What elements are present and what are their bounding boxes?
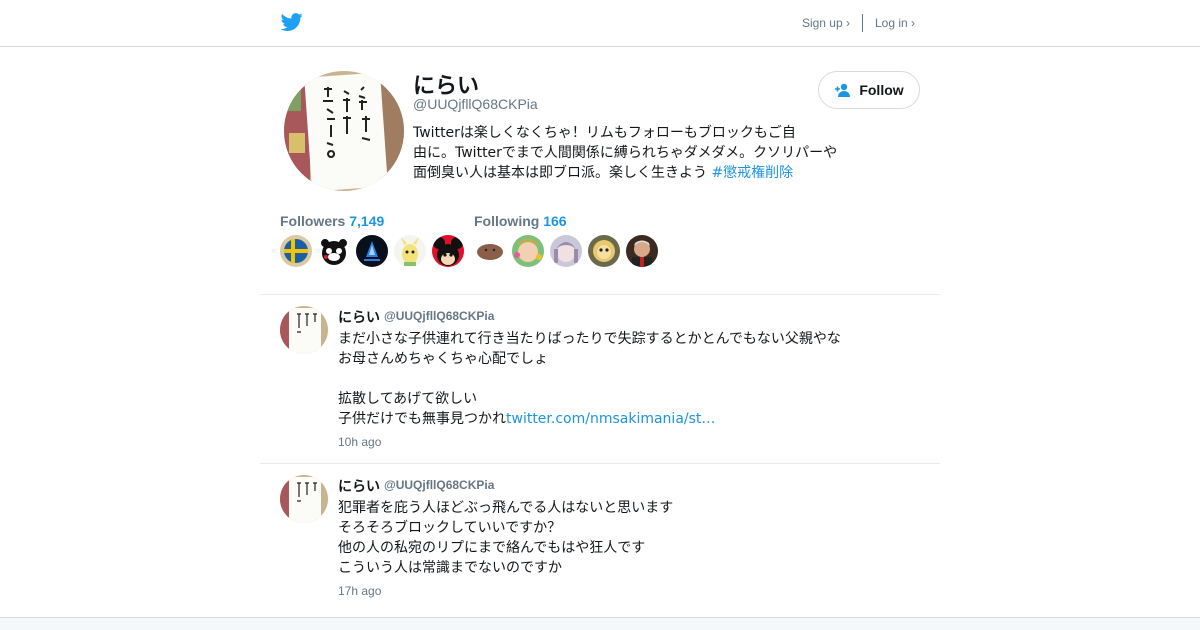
nav-divider [861,14,863,32]
tweet-line: 拡散してあげて欲しい [338,391,478,407]
following-label: Following [474,213,540,229]
tweet-text: 犯罪者を庇う人ほどぶっ飛んでる人はないと思います そろそろブロックしていいですか… [338,498,898,578]
add-user-icon [835,83,851,97]
follower-avatar[interactable] [432,235,464,267]
twitter-bird-icon[interactable] [280,11,304,33]
followers-label: Followers [280,213,346,229]
tweet-line [338,369,898,389]
tweet-text: まだ小さな子供連れて行き当たりばったりで失踪するとかとんでもない父親やな お母さ… [338,329,898,429]
tweet-link[interactable]: twitter.com/nmsakimania/st… [506,411,715,427]
profile-bio: Twitterは楽しくなくちゃ！リムもフォローもブロックもご自 由に。Twitt… [413,123,843,183]
top-bar: Sign up › Log in › [0,0,1200,47]
login-link[interactable]: Log in › [875,16,915,30]
tweet-item[interactable]: にらい @UUQjfllQ68CKPia 犯罪者を庇う人ほどぶっ飛んでる人はない… [260,464,940,616]
follower-avatar[interactable] [356,235,388,267]
following-avatar[interactable] [588,235,620,267]
following-avatar[interactable] [474,235,506,267]
following-avatar[interactable] [512,235,544,267]
followers-avatars [280,235,464,267]
signup-link[interactable]: Sign up › [802,16,850,30]
bio-hashtag-link[interactable]: #懲戒権削除 [711,165,793,181]
tweet-author-name[interactable]: にらい [338,476,380,496]
page-footer [0,617,1200,630]
following-count: 166 [543,213,567,229]
follower-avatar[interactable] [318,235,350,267]
following-avatar[interactable] [626,235,658,267]
tweet-avatar[interactable] [280,306,328,354]
tweet-line: こういう人は常識までないのですか [338,560,562,576]
following-avatar[interactable] [550,235,582,267]
bio-line: Twitterは楽しくなくちゃ！リムもフォローもブロックもご自 [413,125,796,141]
following-avatars [474,235,658,267]
profile-handle: @UUQjfllQ68CKPia [413,96,538,112]
tweet-line: 他の人の私宛のリプにまで絡んでもはや狂人です [338,540,646,556]
tweet-timestamp[interactable]: 17h ago [338,584,381,598]
bio-line: 面倒臭い人は基本は即ブロ派。楽しく生きよう #懲戒権削除 [413,163,843,183]
tweet-author-name[interactable]: にらい [338,307,380,327]
follower-avatar[interactable] [394,235,426,267]
tweet-avatar[interactable] [280,475,328,523]
following-stat[interactable]: Following 166 [474,213,567,229]
tweet-line-text: 子供だけでも無事見つかれ [338,411,506,427]
tweet-author-handle[interactable]: @UUQjfllQ68CKPia [384,478,494,492]
tweet-line: 子供だけでも無事見つかれtwitter.com/nmsakimania/st… [338,409,898,429]
tweet-item[interactable]: にらい @UUQjfllQ68CKPia まだ小さな子供連れて行き当たりばったり… [260,295,940,463]
tweet-line: まだ小さな子供連れて行き当たりばったりで失踪するとかとんでもない父親やな [338,331,841,347]
bio-line: 由に。Twitterでまで人間関係に縛られちゃダメダメ。クソリパーや [413,145,838,161]
followers-stat[interactable]: Followers 7,149 [280,213,384,229]
followers-count: 7,149 [349,213,385,229]
bio-line-text: 面倒臭い人は基本は即ブロ派。楽しく生きよう [413,165,712,181]
follow-button-label: Follow [859,82,904,98]
tweet-line: そろそろブロックしていいですか？ [338,520,562,536]
profile-column: にらい @UUQjfllQ68CKPia Twitterは楽しくなくちゃ！リムも… [260,47,940,617]
tweet-timestamp[interactable]: 10h ago [338,435,381,449]
follower-avatar[interactable] [280,235,312,267]
tweet-line: お母さんめちゃくちゃ心配でしょ [338,351,548,367]
tweet-line: 犯罪者を庇う人ほどぶっ飛んでる人はないと思います [338,500,674,516]
profile-avatar[interactable] [284,71,404,191]
top-nav: Sign up › Log in › [802,14,915,32]
follow-button[interactable]: Follow [818,71,920,109]
tweet-author-handle[interactable]: @UUQjfllQ68CKPia [384,309,494,323]
